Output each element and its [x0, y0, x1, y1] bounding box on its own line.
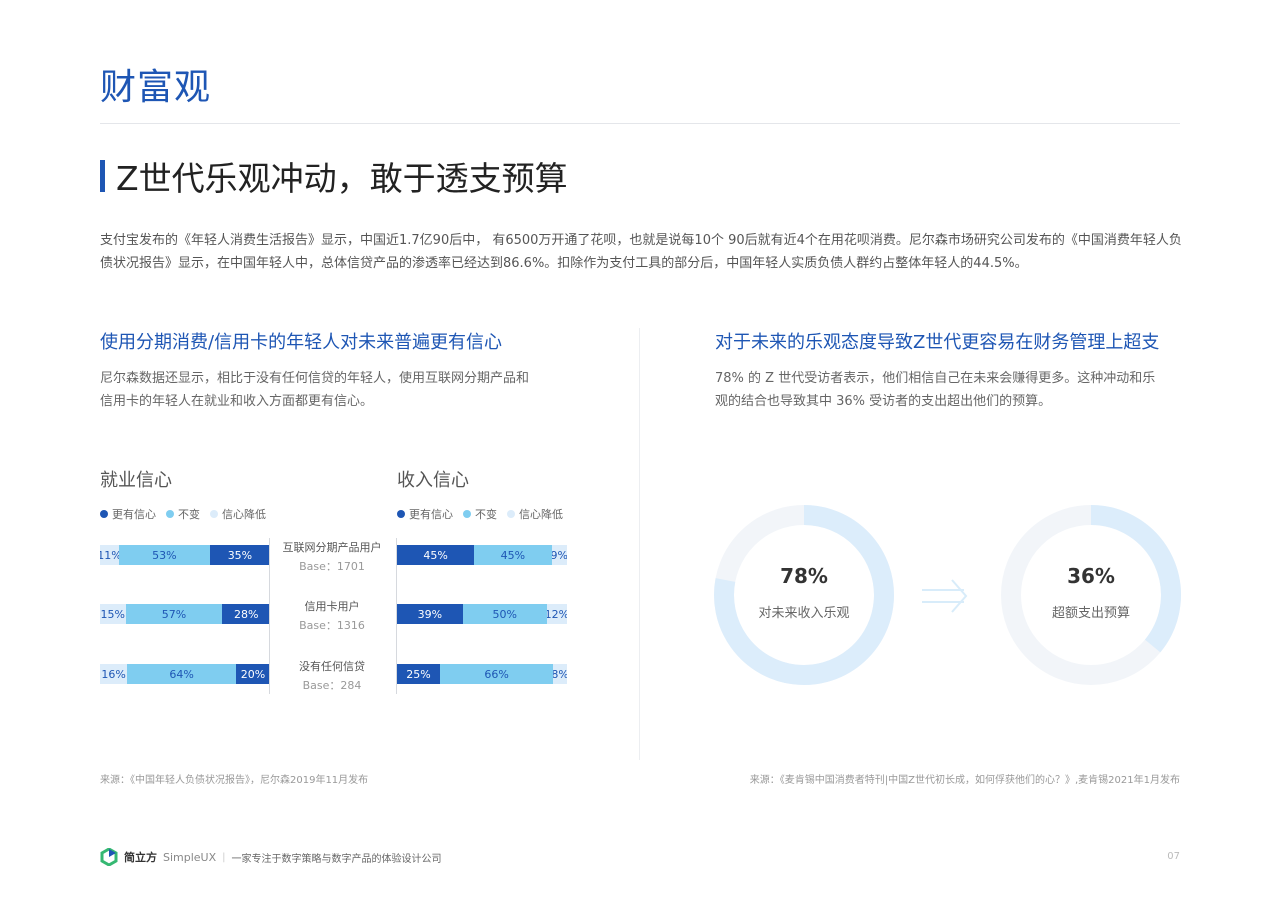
- footer-tagline: 一家专注于数字策略与数字产品的体验设计公司: [231, 853, 442, 865]
- donut-overspend-label: 超额支出预算: [1051, 606, 1130, 621]
- footer: 简立方 SimpleUX | 一家专注于数字策略与数字产品的体验设计公司: [100, 848, 442, 866]
- left-source: 来源：《中国年轻人负债状况报告》，尼尔森2019年11月发布: [100, 775, 369, 786]
- donut-optimism-label: 对未来收入乐观: [758, 606, 850, 621]
- right-source: 来源：《麦肯锡中国消费者特刊|中国Z世代初长成，如何俘获他们的心？》,麦肯锡20…: [749, 775, 1180, 786]
- double-arrow-icon: [922, 579, 968, 613]
- page-number: 07: [1167, 851, 1180, 862]
- donut-overspend-value: 36%: [1067, 564, 1115, 588]
- donut-optimism-value: 78%: [780, 564, 828, 588]
- footer-brand-en: SimpleUX: [163, 850, 217, 864]
- footer-separator: |: [222, 851, 226, 863]
- simpleux-logo-icon: [100, 848, 118, 866]
- footer-brand: 简立方: [124, 851, 157, 864]
